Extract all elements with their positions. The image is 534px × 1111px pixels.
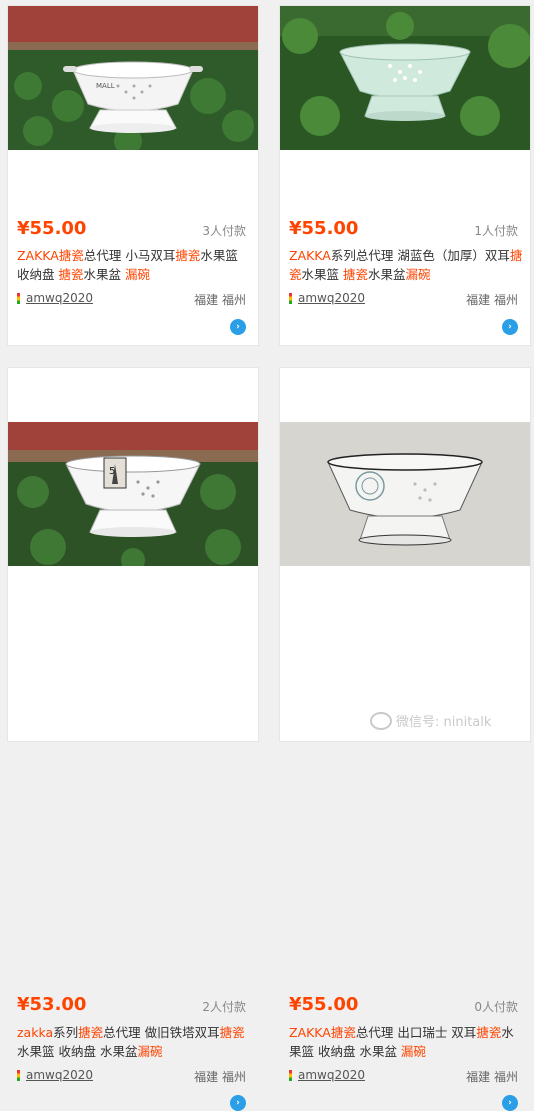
location: 福建 福州 [194,293,246,307]
title-keyword: 搪瓷 [330,1025,356,1040]
product-card[interactable]: ¥55.00 1人付款 ZAKKA系列总代理 湖蓝色（加厚）双耳搪瓷水果篮 搪瓷… [279,5,531,346]
product-image[interactable]: MALL [8,6,258,150]
seller-name[interactable]: amwq2020 [298,291,365,305]
title-text: 系列总代理 湖蓝色（加厚）双耳 [330,248,510,263]
title-keyword: 搪瓷 [58,267,84,282]
chat-bubble-icon[interactable]: › [502,319,518,335]
title-keyword: ZAKKA [17,248,59,263]
watermark: 微信号: ninitalk [370,711,491,730]
seller[interactable]: amwq2020 [17,291,93,305]
product-title[interactable]: ZAKKA系列总代理 湖蓝色（加厚）双耳搪瓷水果篮 搪瓷水果盆漏碗 [289,246,525,284]
title-keyword: 搪瓷 [58,248,84,263]
product-image[interactable] [280,422,530,566]
title-keyword: 搪瓷 [476,1025,502,1040]
price: ¥53.00 [17,994,87,1015]
seller-badge-icon [289,292,292,304]
sales-count: 1人付款 [474,224,518,238]
wechat-icon [370,711,392,730]
location: 福建 福州 [194,1070,246,1084]
title-text: 水果盆 [368,267,406,282]
title-keyword: 搪瓷 [343,267,369,282]
seller-badge-icon [289,1069,292,1081]
title-text: 系列 [53,1025,79,1040]
product-image[interactable]: 5 [8,422,258,566]
title-text: 水果盆 [83,267,125,282]
seller[interactable]: amwq2020 [289,291,365,305]
title-keyword: 搪瓷 [78,1025,104,1040]
product-title[interactable]: zakka系列搪瓷总代理 做旧铁塔双耳搪瓷水果篮 收纳盘 水果盆漏碗 [17,1023,253,1061]
title-text: 总代理 做旧铁塔双耳 [103,1025,220,1040]
title-keyword: 漏碗 [400,1044,426,1059]
title-text: 总代理 小马双耳 [83,248,176,263]
location: 福建 福州 [466,1070,518,1084]
price: ¥55.00 [289,994,359,1015]
seller[interactable]: amwq2020 [289,1068,365,1082]
sales-count: 0人付款 [474,1000,518,1014]
product-title[interactable]: ZAKKA搪瓷总代理 出口瑞士 双耳搪瓷水果篮 收纳盘 水果盆 漏碗 [289,1023,525,1061]
title-keyword: 漏碗 [405,267,431,282]
sales-count: 2人付款 [202,1000,246,1014]
title-text: 水果篮 收纳盘 水果盆 [17,1044,138,1059]
product-image[interactable] [280,6,530,150]
title-keyword: 漏碗 [124,267,150,282]
product-title[interactable]: ZAKKA搪瓷总代理 小马双耳搪瓷水果篮 收纳盘 搪瓷水果盆 漏碗 [17,246,253,284]
title-keyword: ZAKKA [289,248,331,263]
seller-badge-icon [17,292,20,304]
sales-count: 3人付款 [202,224,246,238]
seller-name[interactable]: amwq2020 [26,291,93,305]
title-text: 水果篮 [301,267,343,282]
title-keyword: 漏碗 [137,1044,163,1059]
price: ¥55.00 [289,218,359,239]
title-keyword: 搪瓷 [175,248,201,263]
title-keyword: ZAKKA [289,1025,331,1040]
seller-name[interactable]: amwq2020 [26,1068,93,1082]
product-card[interactable]: MALL ¥55.00 3人付款 ZAKKA搪瓷总代理 小马双耳搪瓷水果篮 收纳… [7,5,259,346]
seller[interactable]: amwq2020 [17,1068,93,1082]
svg-text:MALL: MALL [96,82,115,90]
title-text: 总代理 出口瑞士 双耳 [355,1025,477,1040]
product-card[interactable]: 5 ¥53.00 2人付款 zakka系列搪瓷总代理 做旧铁塔双耳搪瓷水果篮 收… [7,367,259,1111]
price: ¥55.00 [17,218,87,239]
seller-badge-icon [17,1069,20,1081]
chat-bubble-icon[interactable]: › [230,319,246,335]
chat-bubble-icon[interactable]: › [230,1095,246,1111]
seller-name[interactable]: amwq2020 [298,1068,365,1082]
title-keyword: 搪瓷 [219,1025,245,1040]
location: 福建 福州 [466,293,518,307]
watermark-text: 微信号: ninitalk [396,715,492,730]
chat-bubble-icon[interactable]: › [502,1095,518,1111]
title-keyword: zakka [17,1025,54,1040]
product-card[interactable]: ¥55.00 0人付款 ZAKKA搪瓷总代理 出口瑞士 双耳搪瓷水果篮 收纳盘 … [279,367,531,1111]
